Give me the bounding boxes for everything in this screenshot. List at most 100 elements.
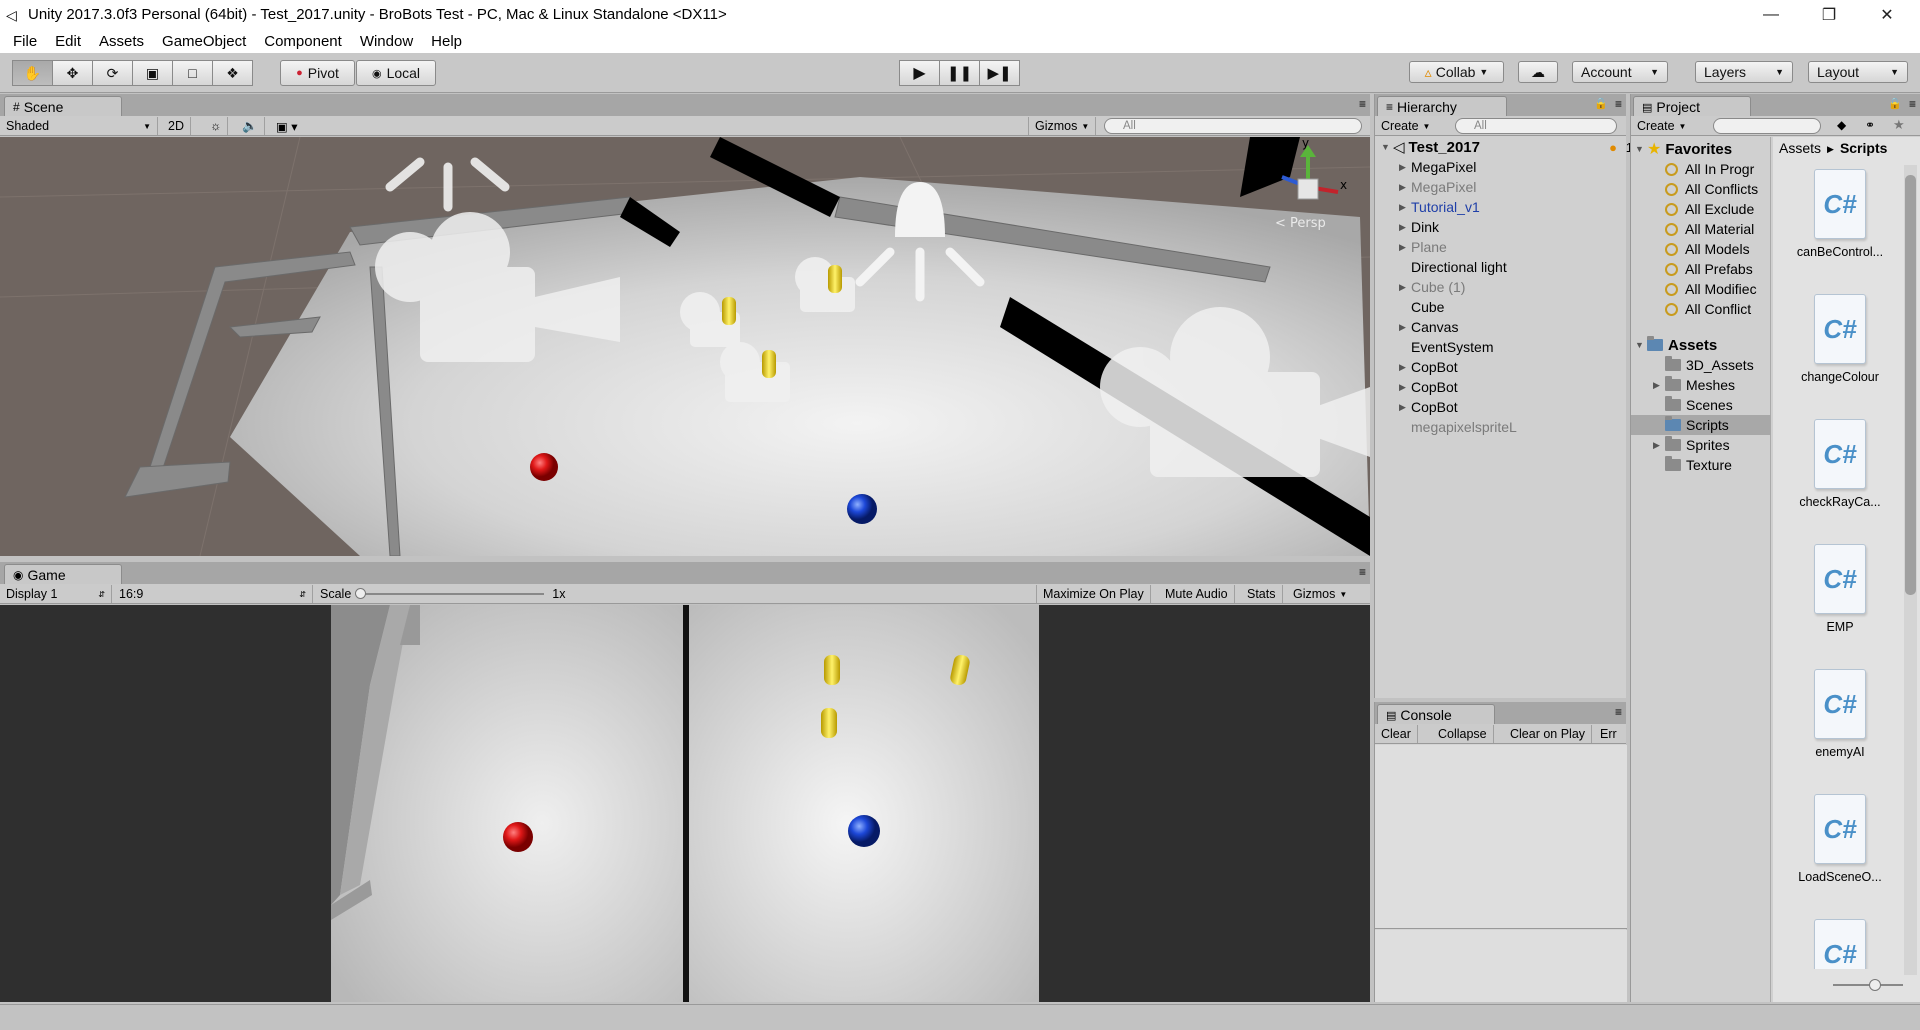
audio-toggle-icon[interactable]: 🔈 xyxy=(236,117,265,135)
console-clear-on-play-toggle[interactable]: Clear on Play xyxy=(1504,725,1593,743)
script-asset[interactable]: C# LoadSceneO... xyxy=(1785,794,1895,884)
scale-thumb[interactable] xyxy=(355,588,367,599)
chevron-right-icon[interactable]: ▶ xyxy=(1399,382,1411,393)
tab-scene[interactable]: # Scene xyxy=(4,96,122,116)
hierarchy-item[interactable]: Directional light xyxy=(1399,257,1507,277)
hierarchy-item[interactable]: ▶ MegaPixel xyxy=(1399,157,1476,177)
favorite-item[interactable]: All Material xyxy=(1665,219,1769,239)
hierarchy-item[interactable]: megapixelspriteL xyxy=(1399,417,1517,437)
scrollbar[interactable] xyxy=(1904,165,1917,975)
scene-root[interactable]: ▼ ◁ Test_2017 ● 1 xyxy=(1381,137,1633,157)
chevron-right-icon[interactable]: ▶ xyxy=(1399,202,1411,213)
menu-file[interactable]: File xyxy=(4,33,46,50)
favorite-item[interactable]: All Conflict xyxy=(1665,299,1769,319)
pivot-toggle[interactable]: ● Pivot xyxy=(280,60,355,86)
mute-audio-toggle[interactable]: Mute Audio xyxy=(1159,585,1235,603)
panel-menu-icon[interactable]: ≡ xyxy=(1359,565,1366,579)
scale-tool-icon[interactable]: ▣ xyxy=(132,60,173,86)
script-asset[interactable]: C# checkRayCa... xyxy=(1785,419,1895,509)
game-gizmos-dropdown[interactable]: Gizmos ▼ xyxy=(1287,585,1353,603)
play-button[interactable]: ▶ xyxy=(899,60,940,86)
stats-toggle[interactable]: Stats xyxy=(1241,585,1283,603)
lock-icon[interactable]: 🔒 xyxy=(1594,97,1608,110)
rect-tool-icon[interactable]: □ xyxy=(172,60,213,86)
account-dropdown[interactable]: Account ▼ xyxy=(1572,61,1668,83)
rotate-tool-icon[interactable]: ⟳ xyxy=(92,60,133,86)
chevron-right-icon[interactable]: ▶ xyxy=(1399,242,1411,253)
hierarchy-item[interactable]: ▶ CopBot xyxy=(1399,357,1458,377)
console-collapse-toggle[interactable]: Collapse xyxy=(1432,725,1494,743)
panel-menu-icon[interactable]: ≡ xyxy=(1359,97,1366,111)
lighting-toggle-icon[interactable]: ☼ xyxy=(204,117,229,135)
menu-window[interactable]: Window xyxy=(351,33,422,50)
menu-component[interactable]: Component xyxy=(255,33,351,50)
folder-item[interactable]: 3D_Assets xyxy=(1653,355,1771,375)
chevron-right-icon[interactable]: ▶ xyxy=(1399,362,1411,373)
folder-item[interactable]: Texture xyxy=(1653,455,1771,475)
folder-item[interactable]: Scripts xyxy=(1631,415,1771,435)
filter-by-label-icon[interactable]: ⚭ xyxy=(1865,118,1875,132)
favorite-item[interactable]: All In Progr xyxy=(1665,159,1769,179)
favorites-header[interactable]: ▼ ★ Favorites xyxy=(1635,139,1769,159)
chevron-right-icon[interactable]: ▶ xyxy=(1399,322,1411,333)
chevron-right-icon[interactable]: ▶ xyxy=(1399,282,1411,293)
chevron-right-icon[interactable]: ▶ xyxy=(1399,222,1411,233)
step-button[interactable]: ▶❚ xyxy=(979,60,1020,86)
icon-size-slider[interactable] xyxy=(1833,979,1903,991)
tab-game[interactable]: ◉ Game xyxy=(4,564,122,584)
layout-dropdown[interactable]: Layout ▼ xyxy=(1808,61,1908,83)
hierarchy-item[interactable]: EventSystem xyxy=(1399,337,1493,357)
scene-search-input[interactable]: All xyxy=(1104,118,1362,134)
red-ball[interactable] xyxy=(530,453,558,481)
scene-gizmos-dropdown[interactable]: Gizmos ▼ xyxy=(1028,117,1097,135)
favorite-item[interactable]: All Prefabs xyxy=(1665,259,1769,279)
hierarchy-item[interactable]: ▶ Dink xyxy=(1399,217,1439,237)
chevron-right-icon[interactable]: ▶ xyxy=(1653,440,1665,451)
console-clear-button[interactable]: Clear xyxy=(1375,725,1418,743)
local-toggle[interactable]: ◉ Local xyxy=(356,60,436,86)
project-search-input[interactable] xyxy=(1713,118,1821,134)
lock-icon[interactable]: 🔒 xyxy=(1888,97,1902,110)
layers-dropdown[interactable]: Layers ▼ xyxy=(1695,61,1793,83)
maximize-on-play-toggle[interactable]: Maximize On Play xyxy=(1036,585,1151,603)
hierarchy-item[interactable]: ▶ CopBot xyxy=(1399,397,1458,417)
hierarchy-item[interactable]: ▶ Tutorial_v1 xyxy=(1399,197,1480,217)
close-icon[interactable]: ✕ xyxy=(1858,0,1916,29)
project-create-dropdown[interactable]: Create ▼ xyxy=(1631,117,1692,135)
script-asset[interactable]: C# canBeControl... xyxy=(1785,169,1895,259)
hierarchy-search-input[interactable]: All xyxy=(1455,118,1617,134)
favorite-item[interactable]: All Modifiec xyxy=(1665,279,1769,299)
chevron-right-icon[interactable]: ▶ xyxy=(1653,380,1665,391)
filter-by-type-icon[interactable]: ◆ xyxy=(1837,118,1846,132)
pause-button[interactable]: ❚❚ xyxy=(939,60,980,86)
panel-menu-icon[interactable]: ≡ xyxy=(1615,705,1622,719)
scrollbar-thumb[interactable] xyxy=(1905,175,1916,595)
hierarchy-item[interactable]: Cube xyxy=(1399,297,1444,317)
blue-ball[interactable] xyxy=(847,494,877,524)
favorite-item[interactable]: All Models xyxy=(1665,239,1769,259)
hand-tool-icon[interactable]: ✋ xyxy=(12,60,53,86)
folder-item[interactable]: ▶ Sprites xyxy=(1653,435,1771,455)
minimize-icon[interactable]: — xyxy=(1742,0,1800,29)
shading-mode-dropdown[interactable]: Shaded ▼ xyxy=(0,117,158,135)
breadcrumb-scripts[interactable]: Scripts xyxy=(1840,140,1887,158)
hierarchy-item[interactable]: ▶ Cube (1) xyxy=(1399,277,1465,297)
assets-root[interactable]: ▼ Assets xyxy=(1635,335,1769,355)
2d-toggle[interactable]: 2D xyxy=(162,117,191,135)
console-error-pause-toggle[interactable]: Err xyxy=(1597,725,1620,743)
chevron-right-icon[interactable]: ▶ xyxy=(1399,162,1411,173)
script-asset[interactable]: C# enemyAI xyxy=(1785,669,1895,759)
favorite-item[interactable]: All Exclude xyxy=(1665,199,1769,219)
console-log-list[interactable] xyxy=(1375,745,1627,929)
panel-menu-icon[interactable]: ≡ xyxy=(1909,97,1916,111)
hierarchy-item[interactable]: ▶ MegaPixel xyxy=(1399,177,1476,197)
effects-dropdown-icon[interactable]: ▣ ▾ xyxy=(270,117,304,135)
menu-gameobject[interactable]: GameObject xyxy=(153,33,255,50)
display-dropdown[interactable]: Display 1 ⇵ xyxy=(0,585,112,603)
tab-hierarchy[interactable]: ≡ Hierarchy xyxy=(1377,96,1507,116)
menu-help[interactable]: Help xyxy=(422,33,471,50)
console-detail-area[interactable] xyxy=(1375,930,1627,1002)
hierarchy-create-dropdown[interactable]: Create ▼ xyxy=(1375,117,1436,135)
folder-item[interactable]: ▶ Meshes xyxy=(1653,375,1771,395)
script-asset[interactable]: C# xyxy=(1785,919,1895,969)
